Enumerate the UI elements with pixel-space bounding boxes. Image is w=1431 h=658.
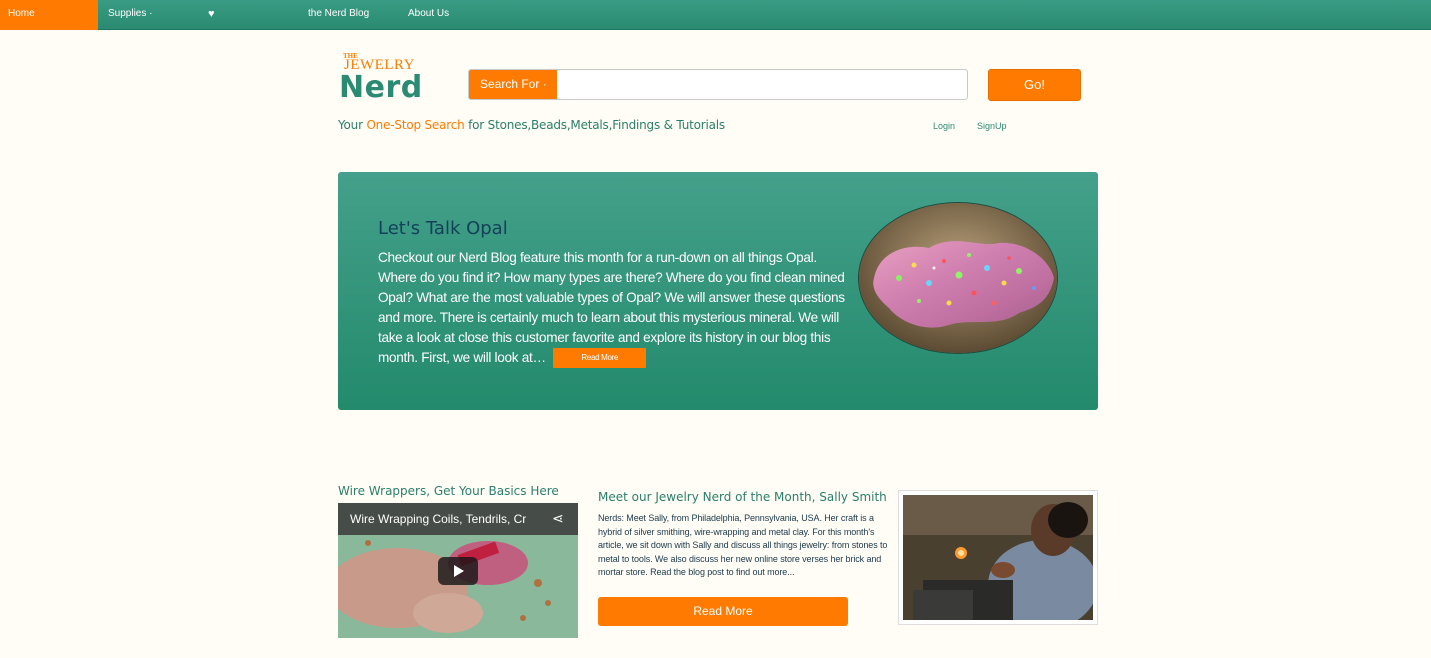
nerd-of-month-title[interactable]: Meet our Jewelry Nerd of the Month, Sall… xyxy=(598,490,887,504)
share-icon[interactable]: ⋖ xyxy=(552,510,564,527)
nerd-photo-illustration xyxy=(903,495,1093,620)
hero-text: Checkout our Nerd Blog feature this mont… xyxy=(378,248,858,369)
hero-feature: Let's Talk Opal Checkout our Nerd Blog f… xyxy=(338,172,1098,410)
tagline: Your One-Stop Search for Stones,Beads,Me… xyxy=(338,118,725,132)
nerd-read-more-button[interactable]: Read More xyxy=(598,597,848,626)
video-title: Wire Wrapping Coils, Tendrils, Cr xyxy=(350,512,527,526)
hero-read-more-button[interactable]: Read More xyxy=(553,348,647,369)
logo-nerd: Nerd xyxy=(339,70,423,105)
tagline-accent: One-Stop Search xyxy=(366,118,465,132)
video-player[interactable]: Wire Wrapping Coils, Tendrils, Cr ⋖ xyxy=(338,503,578,638)
search-input[interactable] xyxy=(558,70,966,99)
hero-title: Let's Talk Opal xyxy=(378,218,508,239)
opal-image[interactable] xyxy=(858,202,1058,354)
play-icon[interactable] xyxy=(438,557,478,585)
search-category-dropdown[interactable]: Search For · xyxy=(469,70,557,99)
nerd-photo[interactable] xyxy=(898,490,1098,625)
nav-home[interactable]: Home xyxy=(0,0,98,30)
heart-icon[interactable]: ♥ xyxy=(208,0,215,30)
nav-about[interactable]: About Us xyxy=(408,0,449,30)
wire-section-title[interactable]: Wire Wrappers, Get Your Basics Here xyxy=(338,484,559,498)
nerd-of-month-text: Nerds: Meet Sally, from Philadelphia, Pe… xyxy=(598,513,888,577)
tagline-prefix: Your xyxy=(338,118,367,132)
signup-link[interactable]: SignUp xyxy=(977,121,1007,131)
go-button[interactable]: Go! xyxy=(988,69,1081,101)
search-bar: Search For · xyxy=(468,69,968,100)
tagline-suffix: for Stones,Beads,Metals,Findings & Tutor… xyxy=(464,118,725,132)
opal-illustration xyxy=(859,203,1057,353)
top-nav: Home Supplies · ♥ the Nerd Blog About Us xyxy=(0,0,1431,30)
nav-supplies[interactable]: Supplies · xyxy=(108,0,152,30)
site-logo[interactable]: THE JEWELRY Nerd xyxy=(338,52,422,106)
nerd-photo-image xyxy=(903,495,1093,620)
nav-blog[interactable]: the Nerd Blog xyxy=(308,0,369,30)
login-link[interactable]: Login xyxy=(933,121,955,131)
